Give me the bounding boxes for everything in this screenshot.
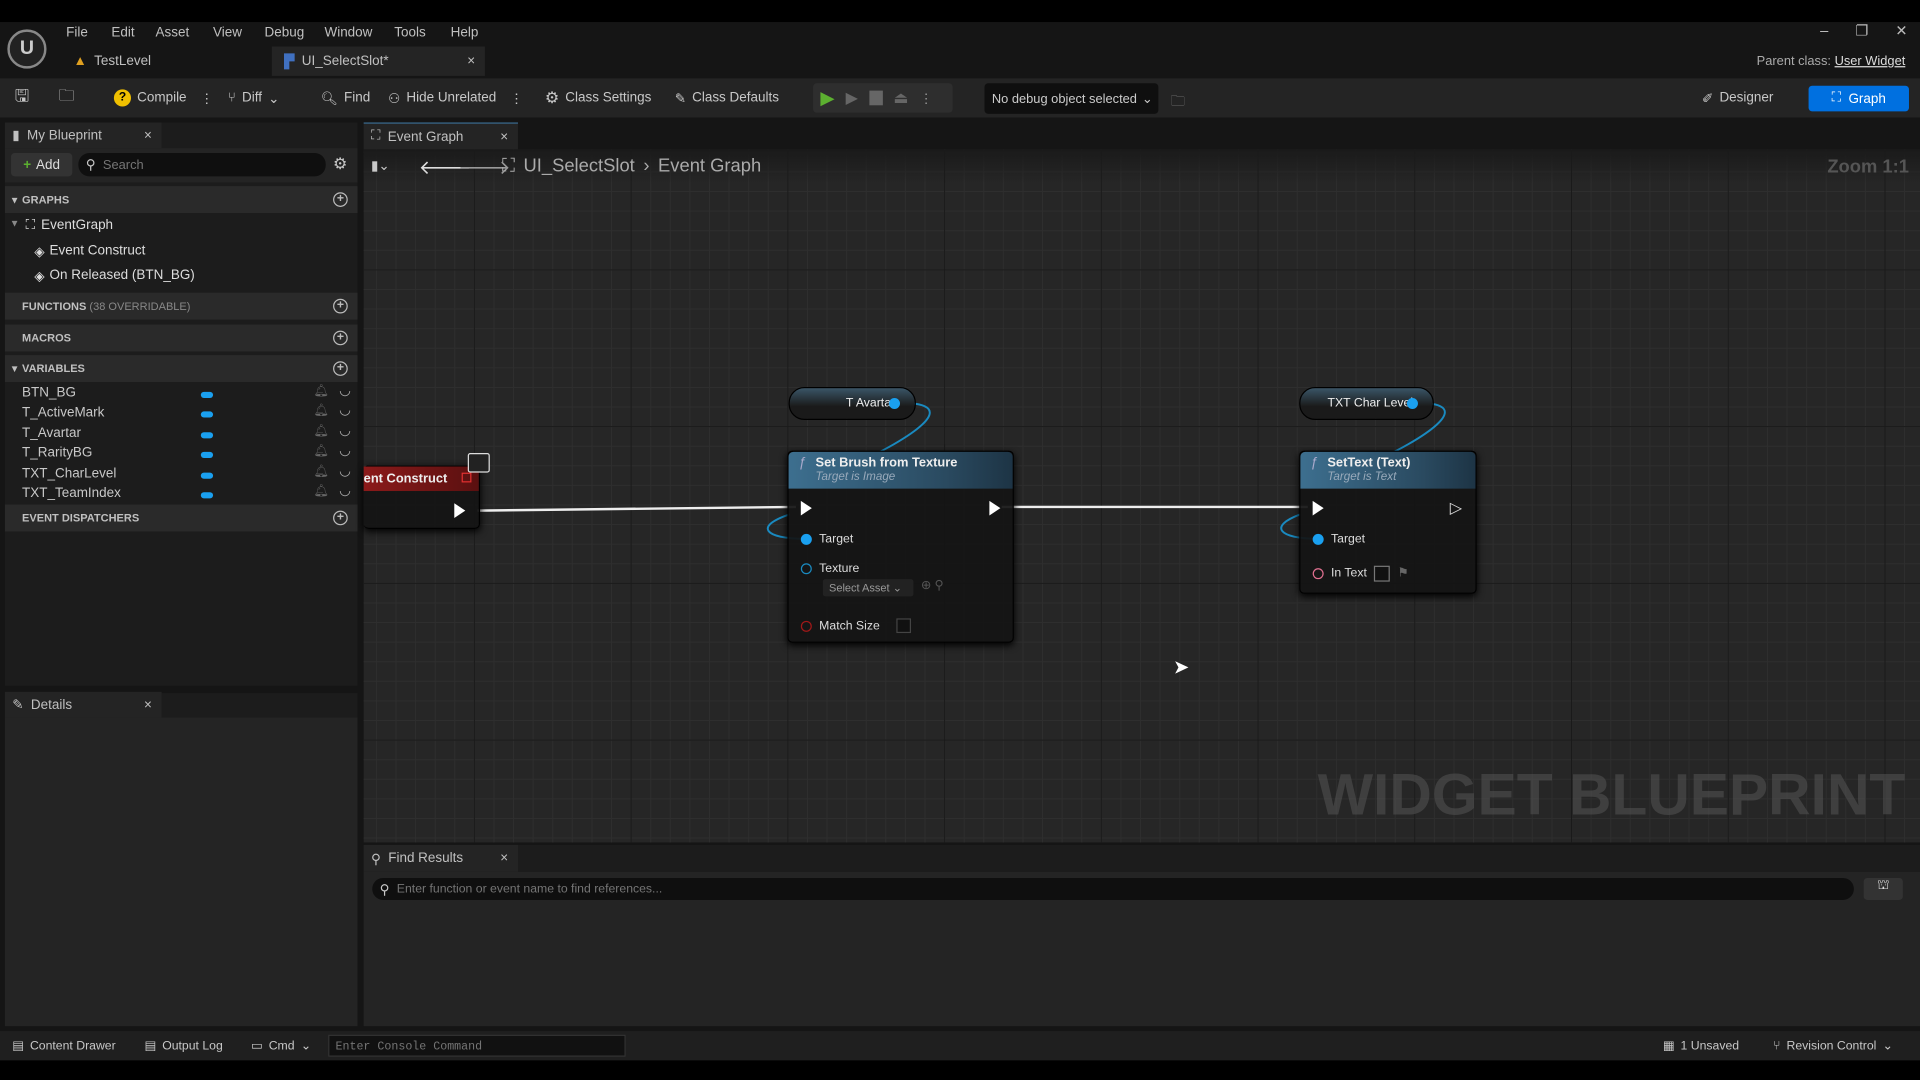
exec-in-pin[interactable]	[1312, 500, 1324, 516]
revision-control-icon: ⑂	[1773, 1038, 1781, 1053]
exec-in-pin[interactable]	[800, 500, 812, 516]
mouse-cursor: ➤	[1173, 657, 1190, 679]
event-icon	[467, 453, 490, 473]
object-pin-icon	[1312, 533, 1324, 545]
localization-flag-icon[interactable]: ⚑	[1397, 567, 1408, 580]
search-icon: ⚲	[379, 882, 390, 897]
set-text-node[interactable]: ƒ SetText (Text) Target is Text ▷ Target I…	[1299, 450, 1477, 594]
match-size-checkbox[interactable]	[896, 618, 912, 634]
exec-wire	[477, 505, 796, 512]
node-title: Set Brush from Texture	[815, 455, 958, 471]
select-asset-dropdown[interactable]: Select Asset ⌄	[822, 579, 914, 597]
close-tab-icon[interactable]: ×	[500, 851, 508, 866]
bool-pin-icon	[800, 620, 812, 632]
function-icon: ƒ	[798, 455, 806, 471]
use-asset-icon[interactable]: ⊕ ⚲	[921, 579, 944, 592]
search-icon: ⚲	[371, 851, 381, 867]
object-pin-icon	[800, 533, 812, 545]
console-command-input[interactable]	[328, 1034, 626, 1057]
exec-out-pin[interactable]	[989, 500, 1001, 516]
node-title: ent Construct	[363, 471, 448, 487]
txt-char-level-getter-node[interactable]: TXT Char Level	[1299, 386, 1434, 421]
exec-out-pin-outline[interactable]: ▷	[1450, 498, 1462, 518]
match-size-pin[interactable]: Match Size	[800, 618, 912, 634]
exec-out-pin[interactable]	[454, 503, 466, 518]
find-references-input[interactable]	[396, 882, 1805, 896]
node-title: SetText (Text)	[1327, 455, 1411, 471]
node-subtitle: Target is Text	[1327, 470, 1397, 484]
node-subtitle: Target is Image	[815, 470, 896, 484]
object-pin-icon	[800, 563, 812, 575]
node-title: TXT Char Level	[1327, 396, 1414, 411]
output-log-label: Output Log	[162, 1038, 223, 1053]
target-pin[interactable]: Target	[1312, 532, 1366, 547]
delegate-pin-icon[interactable]	[461, 472, 472, 483]
tab-label: Find Results	[388, 851, 464, 866]
chevron-down-icon: ⌄	[300, 1038, 311, 1053]
pin-label: In Text	[1331, 566, 1367, 581]
in-text-pin[interactable]: In Text ⚑	[1312, 565, 1408, 582]
pin-label: Target	[819, 532, 854, 547]
output-pin[interactable]	[888, 397, 901, 409]
unsaved-label: 1 Unsaved	[1680, 1038, 1740, 1053]
pin-label: Texture	[819, 562, 860, 576]
find-in-all-blueprints-button[interactable]: ⛫	[1863, 877, 1903, 901]
pin-label: Target	[1331, 532, 1366, 547]
cmd-dropdown[interactable]: ▭ Cmd ⌄	[251, 1031, 311, 1060]
content-drawer-button[interactable]: ▤ Content Drawer	[12, 1031, 115, 1060]
tab-find-results[interactable]: ⚲ Find Results ×	[363, 844, 518, 872]
node-title: T Avartar	[845, 396, 896, 411]
function-icon: ƒ	[1310, 455, 1318, 471]
texture-pin[interactable]: Texture	[800, 562, 860, 576]
unsaved-icon: ▦	[1662, 1038, 1675, 1053]
output-log-button[interactable]: ▤ Output Log	[144, 1031, 222, 1060]
unsaved-button[interactable]: ▦ 1 Unsaved	[1663, 1031, 1739, 1060]
dropdown-value: Select Asset	[828, 581, 890, 594]
text-pin-icon	[1312, 568, 1324, 580]
terminal-icon: ▭	[251, 1038, 263, 1053]
output-log-icon: ▤	[144, 1038, 157, 1053]
chevron-down-icon: ⌄	[1882, 1038, 1893, 1053]
event-construct-node[interactable]: ent Construct	[363, 465, 481, 529]
revision-control-label: Revision Control	[1786, 1038, 1877, 1053]
target-pin[interactable]: Target	[800, 532, 854, 547]
output-pin[interactable]	[1406, 397, 1418, 409]
t-avartar-getter-node[interactable]: T Avartar	[788, 386, 916, 421]
content-drawer-label: Content Drawer	[29, 1038, 116, 1053]
revision-control-button[interactable]: ⑂ Revision Control ⌄	[1773, 1031, 1893, 1060]
cmd-label: Cmd	[268, 1038, 295, 1053]
in-text-field[interactable]	[1374, 565, 1391, 582]
content-drawer-icon: ▤	[12, 1038, 24, 1053]
set-brush-from-texture-node[interactable]: ƒ Set Brush from Texture Target is Image T…	[787, 450, 1014, 643]
pin-label: Match Size	[819, 618, 880, 633]
